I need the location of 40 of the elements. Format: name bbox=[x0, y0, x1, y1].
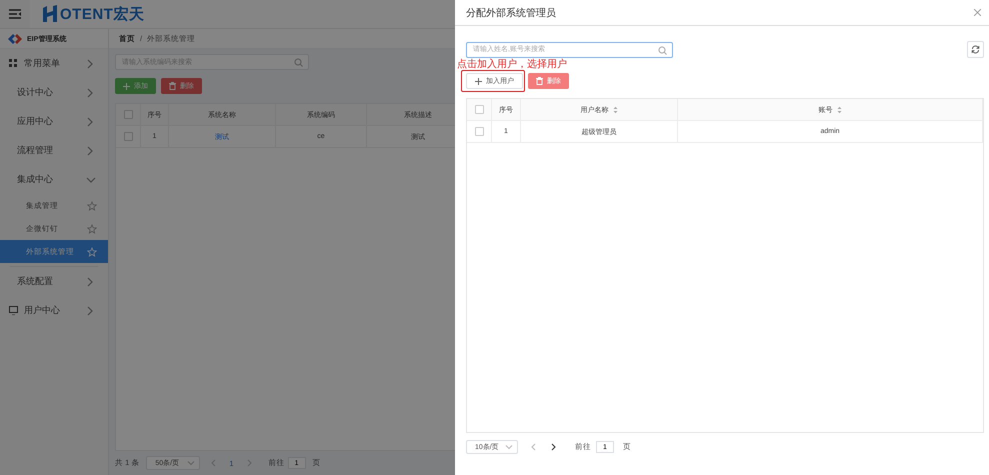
star-icon bbox=[87, 224, 97, 234]
refresh-icon bbox=[971, 45, 980, 54]
trash-icon bbox=[536, 77, 543, 85]
close-button[interactable] bbox=[972, 7, 983, 18]
sort-icon bbox=[836, 106, 842, 114]
logo-icon bbox=[42, 5, 60, 23]
checkbox[interactable] bbox=[124, 110, 132, 119]
grid-icon bbox=[9, 59, 18, 68]
menu-item[interactable]: 用户中心 bbox=[0, 296, 108, 325]
menu-icon bbox=[9, 9, 21, 19]
star-icon bbox=[87, 246, 97, 256]
trash-icon bbox=[169, 82, 176, 90]
close-icon bbox=[974, 9, 981, 16]
annotation-text: 点击加入用户，选择用户 bbox=[457, 59, 567, 70]
plus-icon bbox=[123, 82, 130, 90]
chevron-right-icon bbox=[551, 443, 557, 451]
plus-icon bbox=[475, 78, 482, 84]
menu-item[interactable]: 集成中心 bbox=[0, 165, 108, 194]
menu-item[interactable]: 系统配置 bbox=[0, 267, 108, 296]
logo-text: OTENT宏天 bbox=[60, 4, 144, 24]
chevron-down-icon bbox=[187, 459, 196, 467]
chevron-down-icon bbox=[505, 443, 513, 451]
logo-icon bbox=[8, 34, 22, 44]
menu-item[interactable]: 设计中心 bbox=[0, 78, 108, 107]
menu-item[interactable]: 应用中心 bbox=[0, 107, 108, 136]
sort-icon bbox=[612, 106, 618, 114]
drawer-title: 分配外部系统管理员 bbox=[466, 6, 556, 20]
menu-item[interactable]: 流程管理 bbox=[0, 136, 108, 165]
checkbox[interactable] bbox=[474, 105, 484, 114]
search-icon bbox=[294, 58, 303, 67]
refresh-button[interactable] bbox=[967, 41, 984, 58]
monitor-icon bbox=[9, 306, 18, 315]
chevron-left-icon bbox=[210, 459, 216, 467]
checkbox[interactable] bbox=[124, 132, 132, 141]
chevron-right-icon bbox=[246, 459, 253, 467]
chevron-left-icon bbox=[530, 443, 536, 451]
menu-item[interactable]: 常用菜单 bbox=[0, 49, 108, 78]
checkbox[interactable] bbox=[474, 127, 484, 136]
star-icon bbox=[87, 200, 97, 210]
search-icon bbox=[658, 46, 667, 54]
